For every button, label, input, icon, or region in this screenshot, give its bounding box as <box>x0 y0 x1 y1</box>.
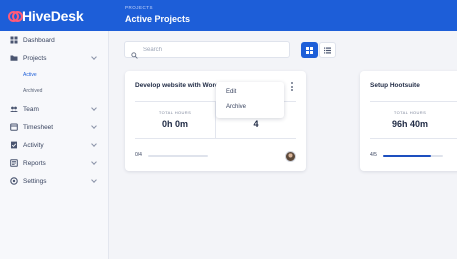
chevron-down-icon[interactable] <box>91 141 97 147</box>
project-stats: TOTAL HOURS 96h 40m <box>370 101 457 139</box>
sidebar-subitem-active[interactable]: Active <box>23 72 37 78</box>
total-hours-label: TOTAL HOURS <box>393 110 427 115</box>
settings-icon <box>10 177 18 185</box>
progress-bar <box>148 155 208 157</box>
grid-view-button[interactable] <box>301 42 318 58</box>
page-title: Active Projects <box>125 14 191 24</box>
folder-icon <box>10 54 18 62</box>
users-icon <box>10 105 18 113</box>
reports-icon <box>10 159 18 167</box>
sidebar-item-label: Settings <box>23 177 47 185</box>
list-view-icon <box>324 41 331 59</box>
sidebar-item-team[interactable]: Team <box>0 102 109 116</box>
grid-icon <box>10 36 18 44</box>
sidebar-item-projects[interactable]: Projects <box>0 51 109 65</box>
chevron-down-icon[interactable] <box>91 54 97 60</box>
logo-text: HiveDesk <box>22 8 84 24</box>
sidebar-item-label: Team <box>23 105 39 113</box>
logo-mark-icon <box>8 10 23 22</box>
search-icon <box>131 46 138 59</box>
chevron-down-icon[interactable] <box>91 123 97 129</box>
sidebar-item-reports[interactable]: Reports <box>0 156 109 170</box>
sidebar-item-label: Reports <box>23 159 46 167</box>
menu-item-edit[interactable]: Edit <box>226 89 236 95</box>
more-options-icon[interactable] <box>291 82 294 91</box>
total-hours-label: TOTAL HOURS <box>158 110 192 115</box>
sidebar-item-dashboard[interactable]: Dashboard <box>0 33 109 47</box>
sidebar-item-timesheet[interactable]: Timesheet <box>0 120 109 134</box>
sidebar-item-label: Timesheet <box>23 123 54 131</box>
top-bar: HiveDesk PROJECTS Active Projects <box>0 0 457 31</box>
chevron-down-icon[interactable] <box>91 177 97 183</box>
activity-icon <box>10 141 18 149</box>
sidebar-item-activity[interactable]: Activity <box>0 138 109 152</box>
timesheet-icon <box>10 123 18 131</box>
progress-bar <box>383 155 443 157</box>
total-hours-value: 96h 40m <box>391 119 429 129</box>
sidebar-item-settings[interactable]: Settings <box>0 174 109 188</box>
project-title[interactable]: Setup Hootsuite <box>370 82 420 89</box>
sidebar-item-label: Dashboard <box>23 36 55 44</box>
progress-text: 0/4 <box>135 152 142 158</box>
project-title[interactable]: Develop website with Word <box>135 82 219 89</box>
project-card[interactable]: Setup Hootsuite TOTAL HOURS 96h 40m 4/5 <box>360 71 457 171</box>
chevron-down-icon[interactable] <box>91 105 97 111</box>
avatar[interactable] <box>285 151 296 162</box>
sidebar-subitem-archived[interactable]: Archived <box>23 88 42 94</box>
hivedesk-logo[interactable]: HiveDesk <box>8 8 84 24</box>
progress-text: 4/5 <box>370 152 377 158</box>
breadcrumb[interactable]: PROJECTS <box>125 5 153 10</box>
search-box[interactable] <box>124 41 290 59</box>
search-input[interactable] <box>143 46 283 53</box>
sidebar-item-label: Activity <box>23 141 44 149</box>
context-menu: Edit Archive <box>216 82 284 118</box>
progress-fill <box>383 155 431 157</box>
task-count-value: 4 <box>253 119 259 129</box>
sidebar: Dashboard Projects Active Archived Team … <box>0 31 109 259</box>
sidebar-item-label: Projects <box>23 54 47 62</box>
chevron-down-icon[interactable] <box>91 159 97 165</box>
list-view-button[interactable] <box>319 42 336 58</box>
total-hours-value: 0h 0m <box>161 119 188 129</box>
grid-view-icon <box>306 41 313 59</box>
menu-item-archive[interactable]: Archive <box>226 104 246 110</box>
